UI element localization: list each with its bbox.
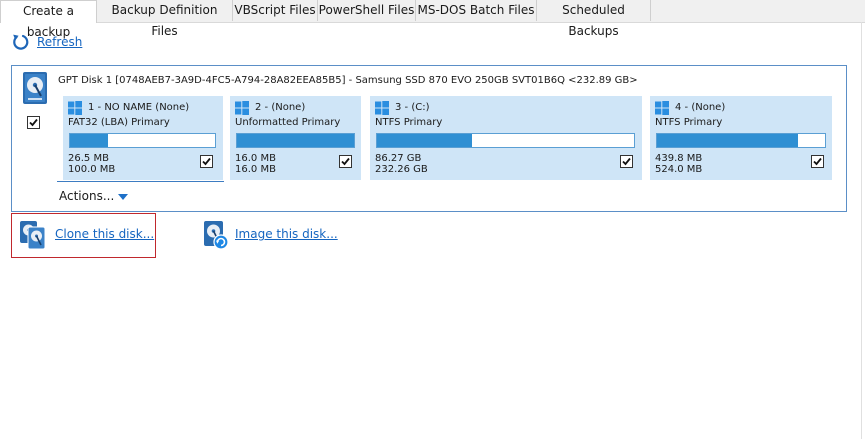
checkmark-icon bbox=[202, 157, 211, 166]
actions-label: Actions... bbox=[59, 189, 115, 203]
partition-2[interactable]: 2 - (None) Unformatted Primary 16.0 MB 1… bbox=[230, 96, 361, 180]
tab-vbscript-files[interactable]: VBScript Files bbox=[233, 0, 318, 21]
partition-total: 232.26 GB bbox=[375, 164, 428, 175]
checkmark-icon bbox=[622, 157, 631, 166]
partition-checkbox[interactable] bbox=[339, 155, 352, 168]
partition-usage-bar bbox=[376, 133, 635, 148]
partition-filesystem: NTFS Primary bbox=[375, 117, 443, 128]
disk-checkbox[interactable] bbox=[27, 116, 40, 129]
partition-used: 86.27 GB bbox=[375, 153, 422, 164]
disk-title: GPT Disk 1 [0748AEB7-3A9D-4FC5-A794-28A8… bbox=[58, 75, 638, 86]
partition-checkbox[interactable] bbox=[620, 155, 633, 168]
partition-filesystem: NTFS Primary bbox=[655, 117, 723, 128]
partition-total: 16.0 MB bbox=[235, 164, 276, 175]
partition-selection-underline bbox=[57, 181, 224, 182]
tab-backup-definition-files[interactable]: Backup Definition Files bbox=[97, 0, 233, 38]
windows-icon bbox=[235, 101, 249, 115]
checkmark-icon bbox=[29, 118, 38, 127]
windows-icon bbox=[375, 101, 389, 115]
partition-total: 524.0 MB bbox=[655, 164, 703, 175]
windows-icon bbox=[68, 101, 82, 115]
image-disk-icon bbox=[204, 221, 229, 250]
partition-filesystem: Unformatted Primary bbox=[235, 117, 341, 128]
refresh-label[interactable]: Refresh bbox=[37, 35, 82, 49]
partition-used: 16.0 MB bbox=[235, 153, 276, 164]
tab-ms-dos-batch-files[interactable]: MS-DOS Batch Files bbox=[416, 0, 537, 21]
partition-checkbox[interactable] bbox=[200, 155, 213, 168]
partition-usage-bar bbox=[236, 133, 355, 148]
partition-usage-fill bbox=[237, 134, 354, 147]
checkmark-icon bbox=[341, 157, 350, 166]
partition-filesystem: FAT32 (LBA) Primary bbox=[68, 117, 170, 128]
partition-usage-bar bbox=[69, 133, 216, 148]
partition-usage-fill bbox=[70, 134, 108, 147]
refresh-icon bbox=[13, 34, 29, 50]
partition-1[interactable]: 1 - NO NAME (None) FAT32 (LBA) Primary 2… bbox=[63, 96, 223, 180]
hard-disk-icon bbox=[23, 72, 47, 104]
image-disk-link[interactable]: Image this disk... bbox=[235, 227, 338, 241]
partition-name: 2 - (None) bbox=[255, 102, 306, 113]
partition-checkbox[interactable] bbox=[811, 155, 824, 168]
chevron-down-icon bbox=[118, 193, 129, 200]
partition-name: 4 - (None) bbox=[675, 102, 726, 113]
partition-3[interactable]: 3 - (C:) NTFS Primary 86.27 GB 232.26 GB bbox=[370, 96, 642, 180]
partition-name: 1 - NO NAME (None) bbox=[88, 102, 190, 113]
checkmark-icon bbox=[813, 157, 822, 166]
partition-used: 26.5 MB bbox=[68, 153, 109, 164]
disk-panel: GPT Disk 1 [0748AEB7-3A9D-4FC5-A794-28A8… bbox=[11, 65, 847, 212]
tab-scheduled-backups[interactable]: Scheduled Backups bbox=[537, 0, 651, 38]
panel-edge bbox=[861, 22, 862, 439]
partition-usage-fill bbox=[657, 134, 799, 147]
windows-icon bbox=[655, 101, 669, 115]
partition-used: 439.8 MB bbox=[655, 153, 703, 164]
partition-total: 100.0 MB bbox=[68, 164, 116, 175]
actions-dropdown[interactable]: Actions... bbox=[59, 189, 129, 203]
tab-powershell-files[interactable]: PowerShell Files bbox=[318, 0, 416, 21]
clone-disk-link[interactable]: Clone this disk... bbox=[55, 227, 154, 241]
clone-disk-icon bbox=[20, 221, 46, 250]
tab-create-backup[interactable]: Create a backup bbox=[0, 0, 97, 39]
partition-usage-bar bbox=[656, 133, 826, 148]
tab-bar: Create a backup Backup Definition Files … bbox=[0, 0, 865, 39]
partition-usage-fill bbox=[377, 134, 473, 147]
partition-name: 3 - (C:) bbox=[395, 102, 430, 113]
partition-4[interactable]: 4 - (None) NTFS Primary 439.8 MB 524.0 M… bbox=[650, 96, 832, 180]
